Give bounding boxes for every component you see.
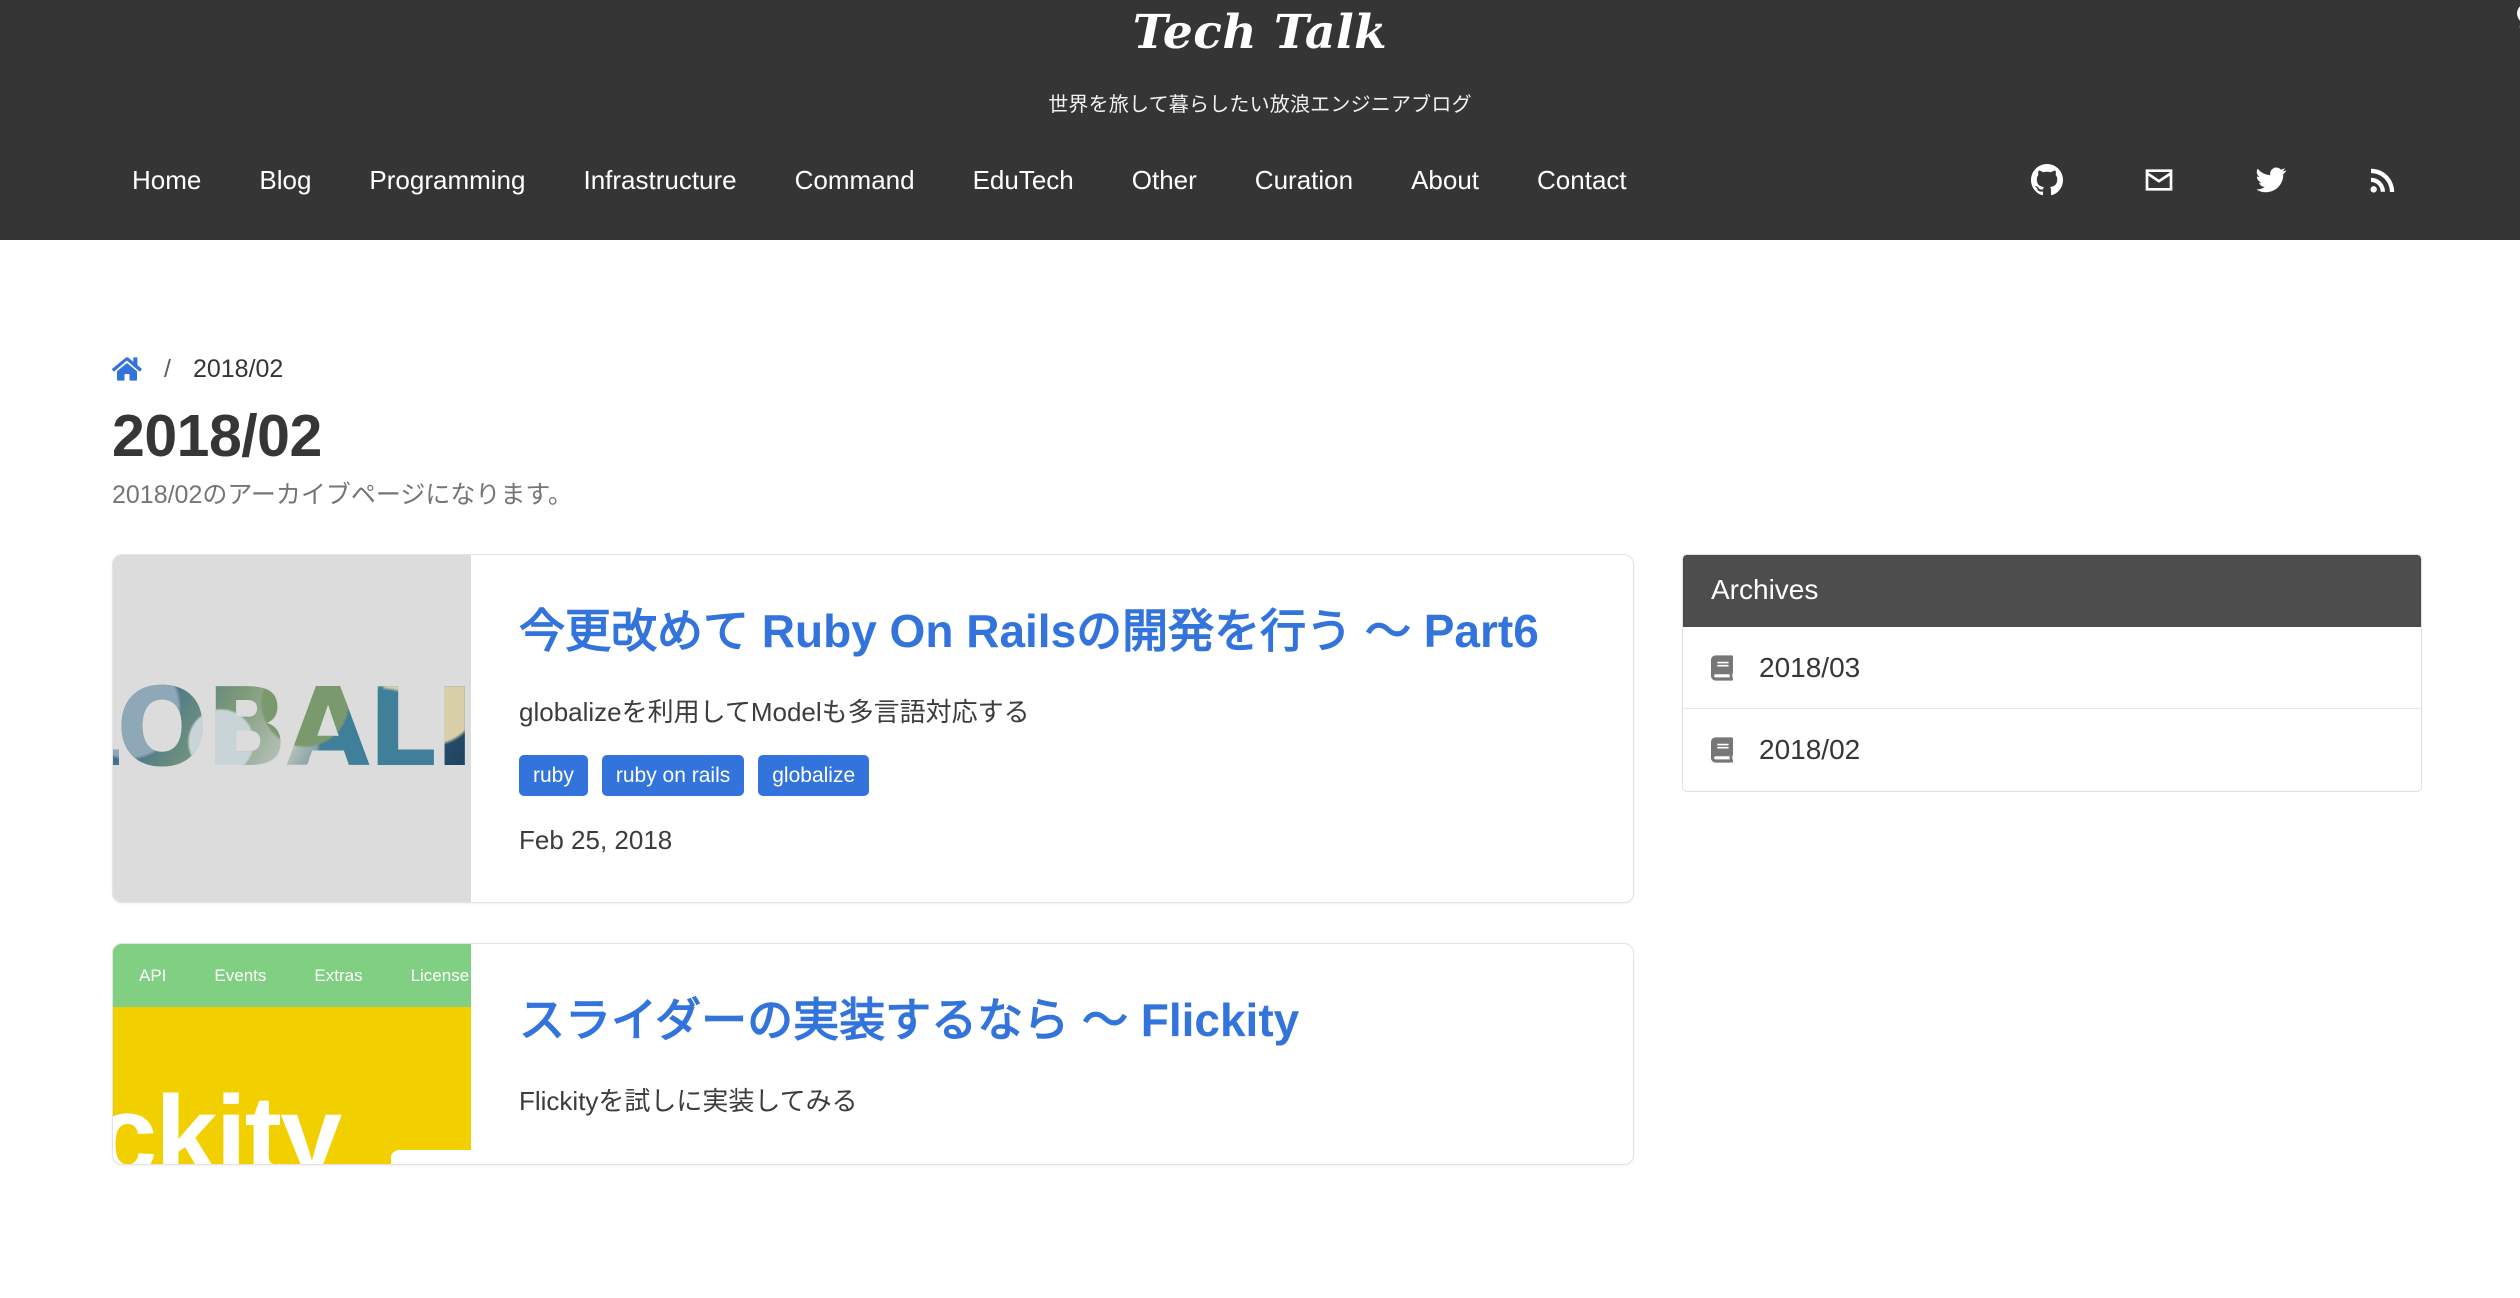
post-summary: Flickityを試しに実装してみる	[519, 1086, 858, 1116]
page-container: / 2018/02 2018/02 2018/02のアーカイブページになります。…	[0, 352, 2520, 1205]
archive-item-label: 2018/03	[1759, 651, 1861, 683]
book-icon	[1711, 654, 1733, 682]
mail-icon[interactable]	[2142, 163, 2176, 197]
nav-item-contact[interactable]: Contact	[1537, 165, 1627, 195]
flickity-nav-events: Events	[214, 965, 267, 985]
home-icon[interactable]	[112, 355, 142, 383]
site-logo-text: Tech Talk	[1132, 5, 1388, 60]
nav-item-home[interactable]: Home	[132, 165, 201, 195]
github-icon[interactable]	[2030, 163, 2064, 197]
nav-item-infrastructure[interactable]: Infrastructure	[583, 165, 736, 195]
globalize-banner-image: LOBALI	[113, 555, 471, 902]
book-icon	[1711, 736, 1733, 764]
nav-item-other[interactable]: Other	[1132, 165, 1197, 195]
nav-item-curation[interactable]: Curation	[1255, 165, 1353, 195]
page-title: 2018/02	[112, 403, 322, 469]
archive-item-label: 2018/02	[1759, 734, 1861, 765]
archive-item-2018-03[interactable]: 2018/03	[1683, 627, 2421, 709]
sidebar: Archives 2018/03 2018/02	[1682, 554, 2422, 792]
flickity-banner-word: ckity	[113, 1073, 342, 1165]
breadcrumb-current: 2018/02	[192, 355, 284, 383]
breadcrumb: / 2018/02	[112, 352, 2408, 386]
flickity-banner-slide	[391, 1150, 471, 1164]
post-thumbnail[interactable]: API Events Extras License ckity ponsive	[113, 944, 471, 1164]
flickity-nav-api: API	[139, 965, 167, 985]
breadcrumb-separator: /	[164, 355, 171, 383]
post-body: 今更改めて Ruby On Railsの開発を行う 〜 Part6 global…	[471, 555, 1633, 902]
post-thumbnail[interactable]: LOBALI	[113, 555, 471, 902]
post-tag[interactable]: globalize	[758, 755, 870, 796]
main-navigation: Home Blog Programming Infrastructure Com…	[0, 150, 2520, 210]
content-layout: LOBALI 今更改めて Ruby On Railsの開発を行う 〜 Part6…	[112, 554, 2422, 1205]
post-body: スライダーの実装するなら 〜 Flickity Flickityを試しに実装して…	[471, 944, 1633, 1164]
twitter-icon[interactable]	[2254, 163, 2288, 197]
archive-item-2018-02[interactable]: 2018/02	[1683, 709, 2421, 791]
post-tag[interactable]: ruby	[519, 755, 588, 796]
rss-icon[interactable]	[2366, 163, 2400, 197]
globalize-banner-text: LOBALI	[113, 674, 471, 783]
flickity-nav-extras: Extras	[314, 965, 363, 985]
nav-item-about[interactable]: About	[1411, 165, 1479, 195]
nav-links: Home Blog Programming Infrastructure Com…	[132, 165, 1685, 195]
post-summary: globalizeを利用してModelも多言語対応する	[519, 697, 1030, 727]
post-card[interactable]: API Events Extras License ckity ponsive …	[112, 943, 1634, 1165]
flickity-banner-image: API Events Extras License ckity ponsive	[113, 944, 471, 1164]
nav-item-edutech[interactable]: EduTech	[973, 165, 1074, 195]
archives-widget: Archives 2018/03 2018/02	[1682, 554, 2422, 792]
site-header: Tech Talk 世界を旅して暮らしたい放浪エンジニアブログ Home Blo…	[0, 0, 2520, 240]
flickity-banner-nav: API Events Extras License	[113, 944, 471, 1007]
post-title-link[interactable]: スライダーの実装するなら 〜 Flickity	[519, 984, 1589, 1056]
post-list: LOBALI 今更改めて Ruby On Railsの開発を行う 〜 Part6…	[112, 554, 1634, 1205]
social-links	[1952, 163, 2400, 197]
nav-item-blog[interactable]: Blog	[259, 165, 311, 195]
post-card[interactable]: LOBALI 今更改めて Ruby On Railsの開発を行う 〜 Part6…	[112, 554, 1634, 903]
page-description: 2018/02のアーカイブページになります。	[112, 481, 573, 509]
archives-widget-title: Archives	[1683, 555, 2421, 627]
post-tag[interactable]: ruby on rails	[601, 755, 745, 796]
nav-item-command[interactable]: Command	[795, 165, 915, 195]
post-title-link[interactable]: 今更改めて Ruby On Railsの開発を行う 〜 Part6	[519, 595, 1589, 667]
site-tagline: 世界を旅して暮らしたい放浪エンジニアブログ	[1048, 94, 1472, 116]
post-date: Feb 25, 2018	[519, 825, 673, 855]
site-brand[interactable]: Tech Talk	[1132, 2, 2520, 66]
post-tags: ruby ruby on rails globalize	[519, 755, 1589, 796]
nav-item-programming[interactable]: Programming	[369, 165, 525, 195]
flickity-nav-license: License	[410, 965, 470, 985]
